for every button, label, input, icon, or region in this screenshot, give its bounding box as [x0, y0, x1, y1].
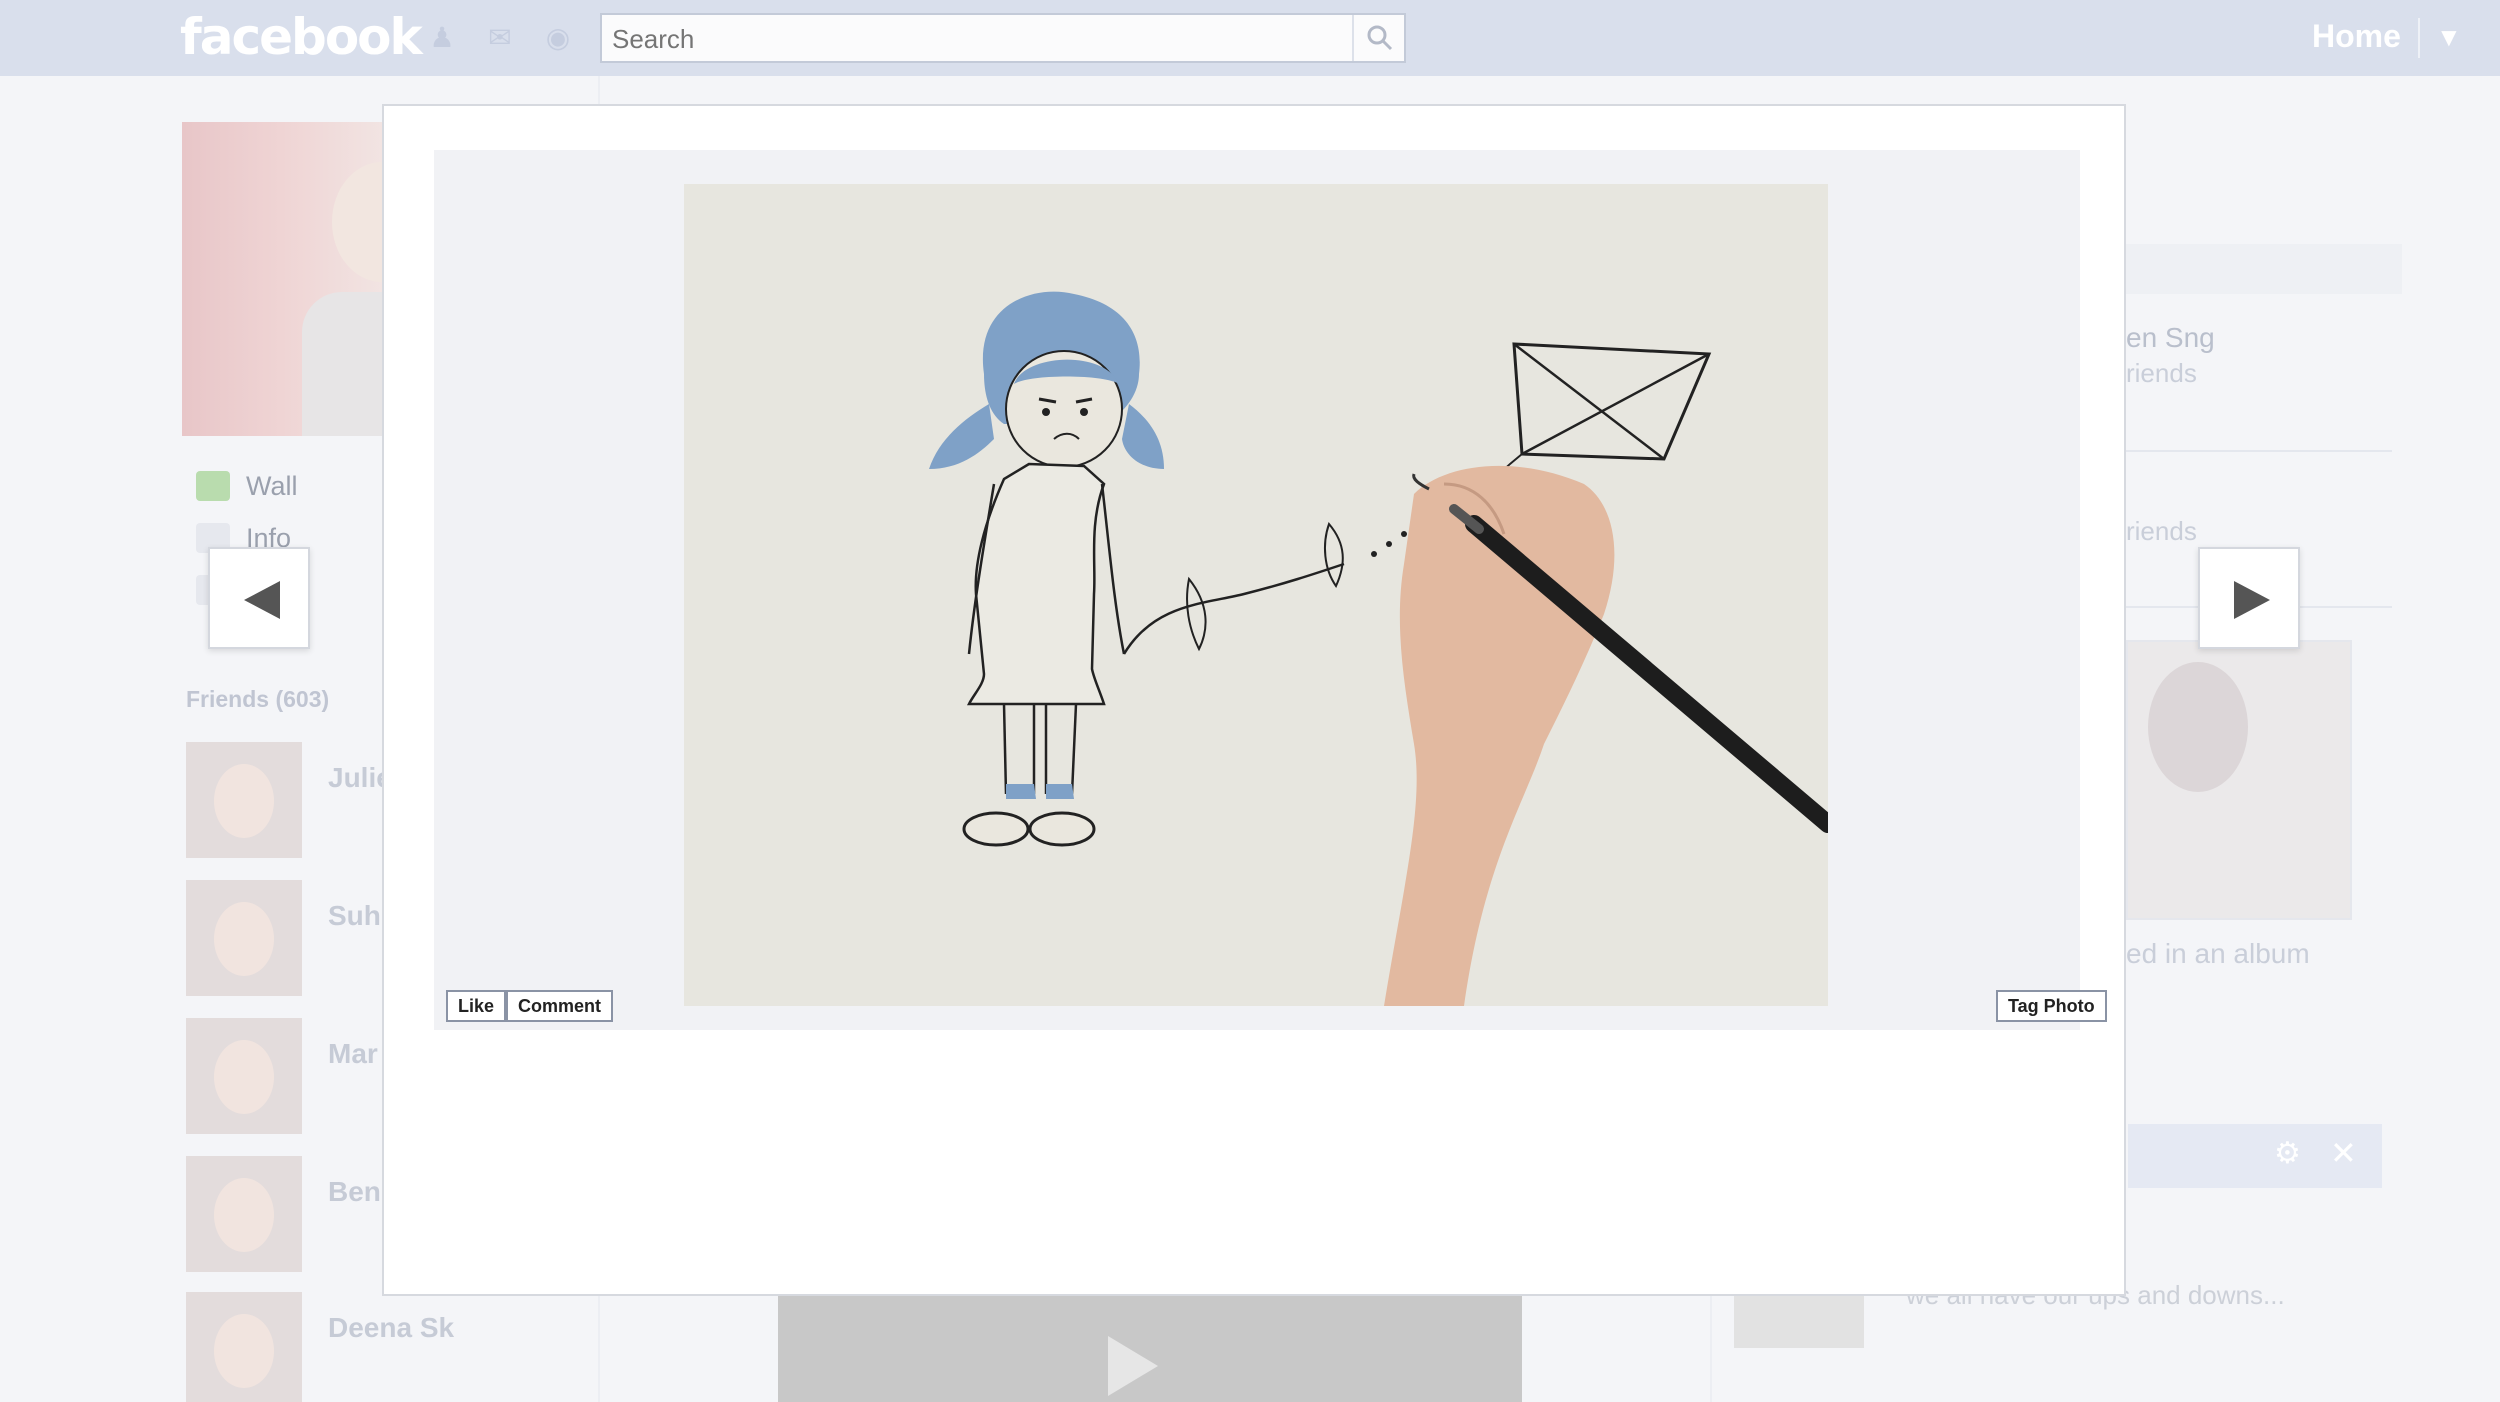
section-header: [2126, 244, 2402, 294]
friend-name: Deena Sk: [328, 1312, 455, 1343]
friend-requests-icon[interactable]: ♟: [424, 22, 460, 54]
friend-name: Ben: [328, 1176, 381, 1207]
play-icon: [1108, 1336, 1158, 1396]
sidebar-item-wall[interactable]: Wall: [196, 466, 298, 506]
profile-name-fragment: en Sng: [2126, 322, 2215, 353]
like-button[interactable]: Like: [446, 990, 507, 1022]
friend-avatar: [186, 1292, 302, 1402]
mutual-friends-fragment: riends: [2126, 358, 2197, 388]
friend-avatar: [186, 1156, 302, 1272]
next-photo-button[interactable]: [2198, 547, 2300, 649]
photo-viewer: Like Comment Tag Photo: [382, 104, 2126, 1296]
tag-photo-button[interactable]: Tag Photo: [1996, 990, 2107, 1022]
next-arrow-icon: [2234, 581, 2270, 619]
friend-avatar: [186, 742, 302, 858]
sidebar-item-label: Wall: [246, 470, 298, 501]
friend-avatar: [186, 880, 302, 996]
friend-item[interactable]: Deena Sk: [186, 1292, 454, 1402]
album-caption: ed in an album: [2126, 938, 2310, 969]
right-photo-thumbnail[interactable]: [2126, 640, 2352, 920]
previous-photo-button[interactable]: [208, 547, 310, 649]
jewel-bar: ♟ ✉ ◉: [424, 22, 576, 54]
friend-item[interactable]: Ben: [186, 1156, 381, 1272]
account-menu-caret-icon[interactable]: ▼: [2436, 22, 2462, 53]
friend-item[interactable]: Julie: [186, 742, 392, 858]
drawing-illustration: [929, 291, 1828, 1006]
divider: [2418, 18, 2420, 58]
search-icon: [1367, 25, 1393, 51]
friends-fragment: riends: [2126, 516, 2197, 546]
home-link[interactable]: Home: [2312, 18, 2401, 55]
photo[interactable]: [684, 184, 1828, 1006]
friend-name: Mar: [328, 1038, 378, 1069]
divider: [2126, 450, 2392, 452]
video-thumbnail[interactable]: [778, 1296, 1522, 1402]
previous-arrow-icon: [244, 581, 280, 619]
close-icon[interactable]: ✕: [2330, 1134, 2357, 1172]
messages-icon[interactable]: ✉: [482, 22, 518, 54]
photo-stage: Like Comment Tag Photo: [434, 150, 2107, 1030]
gear-icon[interactable]: ⚙: [2274, 1136, 2301, 1171]
search-input[interactable]: [612, 23, 1342, 55]
comment-button[interactable]: Comment: [506, 990, 614, 1022]
friend-name: Suh: [328, 900, 381, 931]
search-button[interactable]: [1352, 15, 1404, 61]
profile-picture[interactable]: [182, 122, 402, 436]
top-bar: facebook ♟ ✉ ◉ Home ▼: [0, 0, 2500, 76]
facebook-logo[interactable]: facebook: [180, 8, 423, 66]
wall-icon: [196, 471, 230, 501]
friends-heading[interactable]: Friends (603): [186, 686, 329, 713]
notifications-icon[interactable]: ◉: [540, 22, 576, 54]
friend-avatar: [186, 1018, 302, 1134]
friend-item[interactable]: Mar: [186, 1018, 378, 1134]
search-box: [600, 13, 1406, 63]
friend-item[interactable]: Suh: [186, 880, 381, 996]
